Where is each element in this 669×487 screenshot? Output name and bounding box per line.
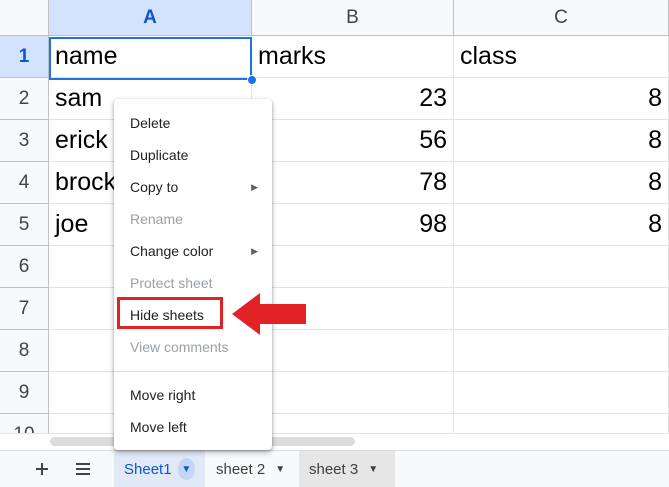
menu-item-label: Move right	[130, 387, 196, 403]
row-header-5[interactable]: 5	[0, 204, 49, 246]
cell-empty[interactable]	[252, 246, 454, 288]
cell-empty[interactable]	[454, 246, 669, 288]
menu-item-move-right[interactable]: Move right	[114, 379, 272, 411]
cell-c5[interactable]: 8	[454, 204, 669, 246]
cell-c4[interactable]: 8	[454, 162, 669, 204]
menu-item-rename: Rename	[114, 203, 272, 235]
annotation-highlight-box	[117, 297, 223, 329]
menu-item-label: Delete	[130, 115, 171, 131]
cell-c1[interactable]: class	[454, 36, 669, 78]
menu-item-label: Duplicate	[130, 147, 189, 163]
cell-empty[interactable]	[454, 330, 669, 372]
select-all-corner[interactable]	[0, 0, 49, 36]
cell-empty[interactable]	[252, 372, 454, 414]
caret-down-icon[interactable]: ▼	[275, 464, 285, 475]
row-header-8[interactable]: 8	[0, 330, 49, 372]
menu-item-change-color[interactable]: Change color ▶	[114, 235, 272, 267]
sheet-tab-sheet-3[interactable]: sheet 3 ▼	[299, 451, 395, 487]
row-header-4[interactable]: 4	[0, 162, 49, 204]
fill-handle[interactable]	[247, 75, 257, 85]
caret-down-icon[interactable]: ▼	[368, 464, 378, 475]
sheet-tab-label: sheet 3	[309, 460, 359, 478]
sheet-context-menu: Delete Duplicate Copy to ▶ Rename Change …	[114, 99, 272, 450]
hamburger-menu-icon[interactable]	[70, 456, 96, 482]
cell-c2[interactable]: 8	[454, 78, 669, 120]
menu-item-copy-to[interactable]: Copy to ▶	[114, 171, 272, 203]
menu-item-label: Rename	[130, 211, 183, 227]
cell-b1[interactable]: marks	[252, 36, 454, 78]
cell-a1[interactable]: name	[49, 36, 252, 78]
column-header-a[interactable]: A	[49, 0, 252, 36]
row-header-1[interactable]: 1	[0, 36, 49, 78]
row-header-2[interactable]: 2	[0, 78, 49, 120]
cell-b3[interactable]: 56	[252, 120, 454, 162]
menu-divider	[114, 371, 272, 372]
sheet-tab-label: Sheet1	[124, 460, 172, 478]
cell-c3[interactable]: 8	[454, 120, 669, 162]
cell-b4[interactable]: 78	[252, 162, 454, 204]
menu-item-delete[interactable]: Delete	[114, 107, 272, 139]
cell-b2[interactable]: 23	[252, 78, 454, 120]
row-header-6[interactable]: 6	[0, 246, 49, 288]
cell-b5[interactable]: 98	[252, 204, 454, 246]
column-header-b[interactable]: B	[252, 0, 454, 36]
menu-item-label: View comments	[130, 339, 229, 355]
menu-item-duplicate[interactable]: Duplicate	[114, 139, 272, 171]
cell-empty[interactable]	[454, 288, 669, 330]
menu-item-label: Copy to	[130, 179, 179, 195]
red-arrow-left-icon	[232, 293, 306, 335]
cell-empty[interactable]	[454, 372, 669, 414]
sheet-tab-sheet-2[interactable]: sheet 2 ▼	[206, 451, 298, 487]
row-header-3[interactable]: 3	[0, 120, 49, 162]
submenu-arrow-icon: ▶	[251, 245, 258, 256]
menu-item-label: Protect sheet	[130, 275, 213, 291]
caret-down-icon[interactable]: ▼	[177, 458, 195, 480]
row-header-7[interactable]: 7	[0, 288, 49, 330]
row-header-9[interactable]: 9	[0, 372, 49, 414]
menu-item-label: Change color	[130, 243, 214, 259]
menu-item-label: Move left	[130, 419, 187, 435]
menu-item-move-left[interactable]: Move left	[114, 411, 272, 443]
sheet-tab-label: sheet 2	[216, 460, 266, 478]
plus-icon[interactable]	[29, 456, 55, 482]
sheet-tab-sheet1[interactable]: Sheet1 ▼	[114, 451, 205, 487]
column-header-c[interactable]: C	[454, 0, 669, 36]
submenu-arrow-icon: ▶	[251, 181, 258, 192]
